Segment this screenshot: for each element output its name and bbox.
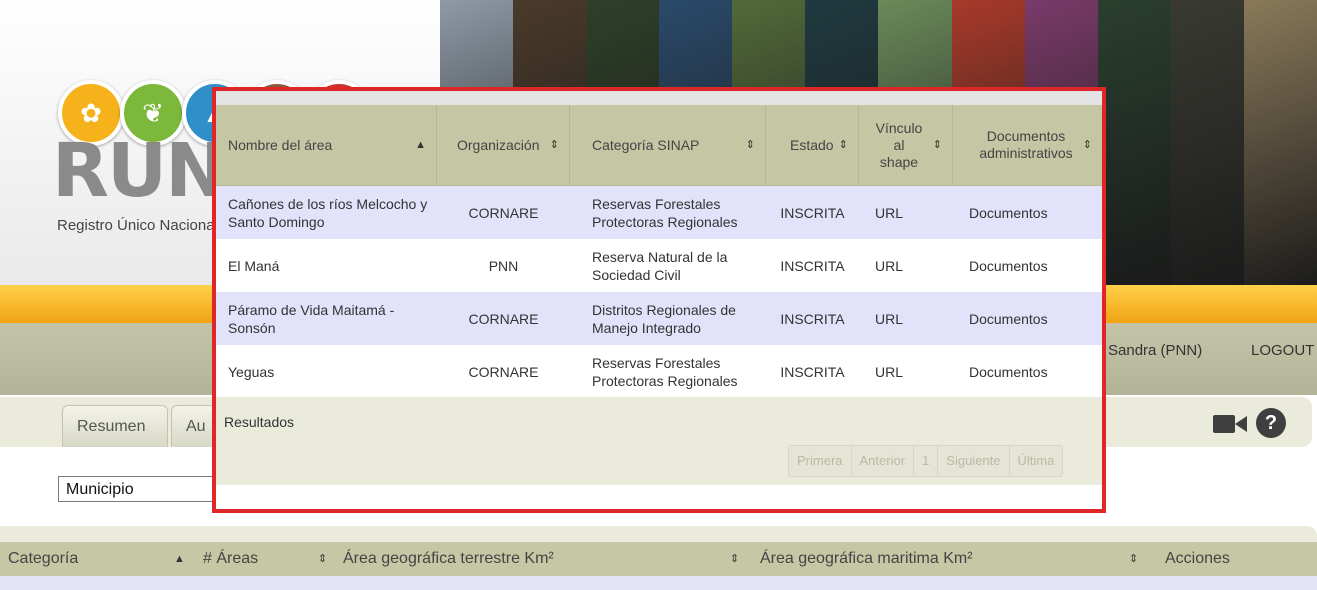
table-row	[0, 576, 1317, 590]
sort-icon[interactable]: ⇕	[1129, 542, 1138, 576]
table-row[interactable]: Yeguas CORNARE Reservas Forestales Protect…	[216, 345, 1102, 398]
col-area-terrestre[interactable]: Área geográfica terrestre Km²	[343, 542, 554, 576]
bottom-table-header: Categoría ▲ # Áreas ⇕ Área geográfica te…	[0, 542, 1317, 576]
sort-icon[interactable]: ⇕	[746, 137, 755, 154]
user-name: Sandra (PNN)	[1108, 342, 1203, 359]
documentos-link[interactable]: Documentos	[953, 186, 1102, 239]
cell-estado: INSCRITA	[780, 310, 845, 327]
areas-table-header: Nombre del área ▲ Organización ⇕ Categor…	[216, 105, 1102, 186]
pager-next-button[interactable]: Siguiente	[938, 446, 1010, 476]
cell-estado: INSCRITA	[780, 257, 845, 274]
pager-prev-button[interactable]: Anterior	[852, 446, 915, 476]
cell-nombre: Páramo de Vida Maitamá - Sonsón	[228, 301, 395, 336]
municipio-select[interactable]: Municipio	[58, 476, 238, 502]
documentos-link[interactable]: Documentos	[953, 239, 1102, 292]
cell-categoria: Reservas Forestales Protectoras Regional…	[592, 195, 738, 230]
cell-nombre: Cañones de los ríos Melcocho y Santo Dom…	[228, 195, 428, 230]
col-label: Vínculo al shape	[875, 119, 923, 170]
areas-table-body: Cañones de los ríos Melcocho y Santo Dom…	[216, 186, 1102, 398]
cell-estado: INSCRITA	[780, 363, 845, 380]
header-photo	[1097, 0, 1171, 290]
sort-asc-icon[interactable]: ▲	[174, 542, 185, 576]
header-photo	[1243, 0, 1317, 290]
col-categoria[interactable]: Categoría	[8, 542, 78, 576]
cell-nombre: Yeguas	[228, 363, 275, 380]
pagination: Primera Anterior 1 Siguiente Última	[788, 445, 1064, 477]
cell-nombre: El Maná	[228, 257, 280, 274]
logo-wordmark: RUN	[52, 128, 227, 214]
col-label: Estado	[790, 136, 834, 153]
sort-asc-icon[interactable]: ▲	[415, 137, 426, 154]
table-row[interactable]: Cañones de los ríos Melcocho y Santo Dom…	[216, 186, 1102, 239]
col-categoria-sinap[interactable]: Categoría SINAP ⇕	[570, 105, 766, 185]
pager-first-button[interactable]: Primera	[789, 446, 852, 476]
tab-resumen[interactable]: Resumen	[62, 405, 168, 447]
col-nombre-area[interactable]: Nombre del área ▲	[216, 105, 437, 185]
cell-categoria: Distritos Regionales de Manejo Integrado	[592, 301, 736, 336]
pager-page-button[interactable]: 1	[914, 446, 939, 476]
results-band	[0, 526, 1317, 542]
cell-organizacion: CORNARE	[468, 363, 539, 380]
header-photo	[1170, 0, 1244, 290]
sort-icon[interactable]: ⇕	[933, 137, 942, 154]
col-acciones: Acciones	[1165, 550, 1230, 567]
shape-url-link[interactable]: URL	[859, 292, 953, 345]
cell-organizacion: PNN	[488, 257, 519, 274]
table-row[interactable]: Páramo de Vida Maitamá - Sonsón CORNARE Di…	[216, 292, 1102, 345]
col-label: Categoría SINAP	[592, 136, 700, 153]
shape-url-link[interactable]: URL	[859, 239, 953, 292]
results-label: Resultados	[224, 414, 295, 430]
shape-url-link[interactable]: URL	[859, 186, 953, 239]
cell-categoria: Reserva Natural de la Sociedad Civil	[592, 248, 728, 283]
sort-icon[interactable]: ⇕	[839, 137, 848, 154]
areas-modal: Nombre del área ▲ Organización ⇕ Categor…	[212, 87, 1106, 513]
sort-icon[interactable]: ⇕	[318, 542, 327, 576]
video-camera-icon[interactable]	[1213, 413, 1247, 435]
pager-last-button[interactable]: Última	[1010, 446, 1063, 476]
col-label: Documentos administrativos	[979, 128, 1073, 161]
cell-organizacion: CORNARE	[468, 310, 539, 327]
col-documentos[interactable]: Documentos administrativos ⇕	[953, 105, 1102, 185]
areas-table: Nombre del área ▲ Organización ⇕ Categor…	[216, 105, 1102, 398]
documentos-link[interactable]: Documentos	[953, 345, 1102, 398]
results-footer: Resultados Primera Anterior 1 Siguiente …	[216, 397, 1102, 485]
sort-icon[interactable]: ⇕	[1083, 137, 1092, 154]
documentos-link[interactable]: Documentos	[953, 292, 1102, 345]
sort-icon[interactable]: ⇕	[550, 137, 559, 154]
cell-estado: INSCRITA	[780, 204, 845, 221]
col-estado[interactable]: Estado ⇕	[766, 105, 859, 185]
shape-url-link[interactable]: URL	[859, 345, 953, 398]
sort-icon[interactable]: ⇕	[730, 542, 739, 576]
col-vinculo-shape[interactable]: Vínculo al shape ⇕	[859, 105, 953, 185]
cell-organizacion: CORNARE	[468, 204, 539, 221]
col-organizacion[interactable]: Organización ⇕	[437, 105, 570, 185]
col-area-maritima[interactable]: Área geográfica maritima Km²	[760, 542, 973, 576]
col-label: Organización	[457, 136, 540, 153]
modal-top-bar	[216, 91, 1102, 105]
help-icon[interactable]: ?	[1256, 408, 1286, 438]
logout-link[interactable]: LOGOUT	[1251, 342, 1314, 359]
col-num-areas[interactable]: # Áreas	[203, 542, 258, 576]
table-row[interactable]: El Maná PNN Reserva Natural de la Sociedad…	[216, 239, 1102, 292]
cell-categoria: Reservas Forestales Protectoras Regional…	[592, 354, 738, 389]
col-label: Nombre del área	[228, 136, 333, 153]
